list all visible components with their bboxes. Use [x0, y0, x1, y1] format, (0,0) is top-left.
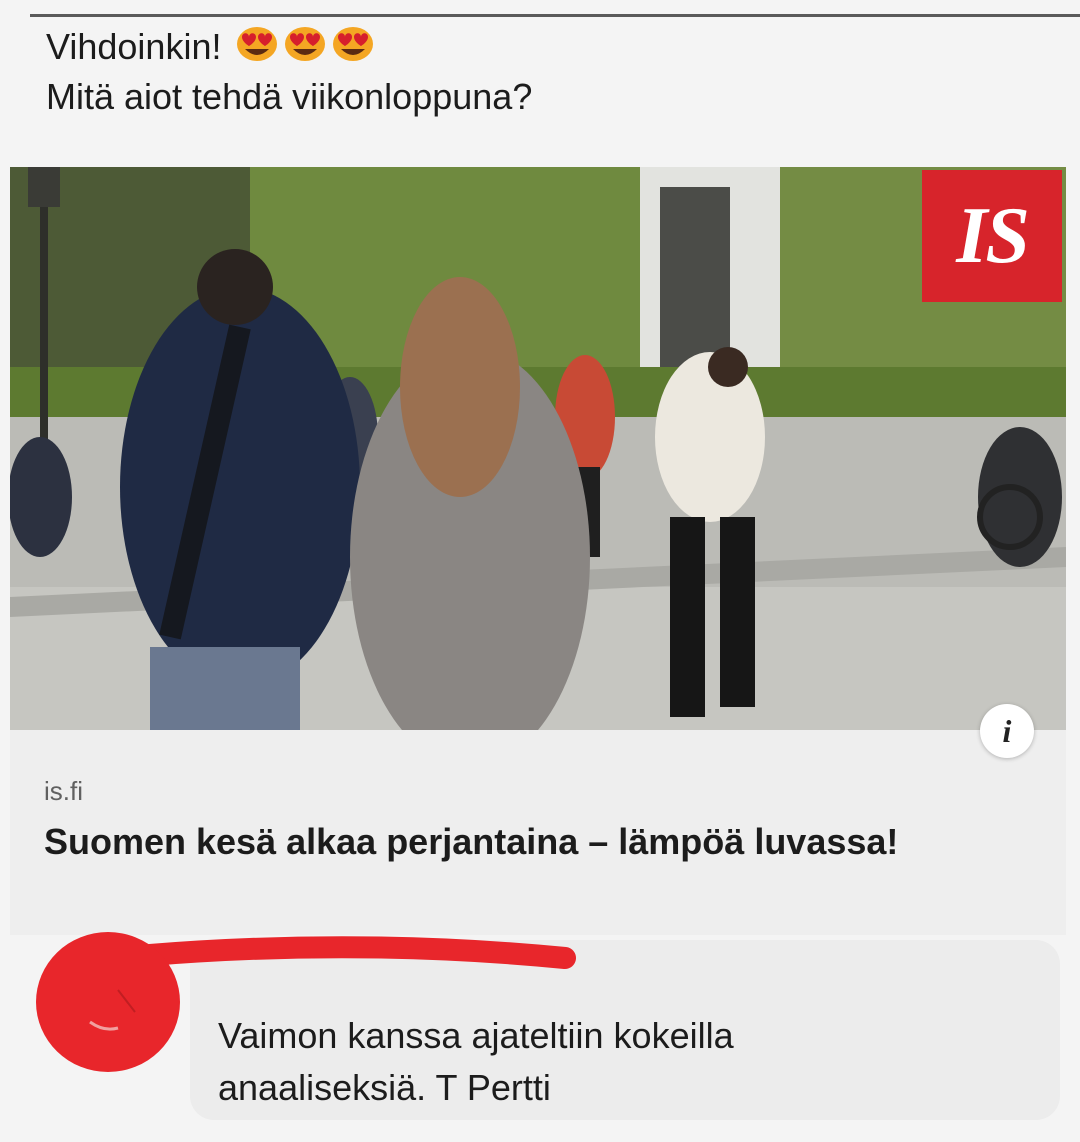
link-title[interactable]: Suomen kesä alkaa perjantaina – lämpöä l… [44, 816, 1004, 868]
comment-text: Vaimon kanssa ajateltiin kokeilla anaali… [218, 1010, 734, 1114]
comment-text-line-1: Vaimon kanssa ajateltiin kokeilla [218, 1015, 734, 1056]
info-icon[interactable]: i [980, 704, 1034, 758]
post-line-1-text: Vihdoinkin! [46, 26, 222, 67]
heart-eyes-emoji-icon [331, 25, 375, 63]
comment-text-line-2: anaaliseksiä. T Pertti [218, 1067, 551, 1108]
heart-eyes-emoji-icon [235, 25, 279, 63]
is-logo: IS [922, 170, 1062, 302]
info-icon-glyph: i [1002, 712, 1012, 749]
heart-eyes-emoji-icon [283, 25, 327, 63]
is-logo-text: IS [956, 191, 1030, 280]
top-divider [30, 14, 1080, 17]
post-text: Vihdoinkin! Mitä aiot tehdä viikonloppun… [46, 22, 532, 122]
post-line-1: Vihdoinkin! [46, 22, 532, 72]
article-photo[interactable] [10, 167, 1066, 730]
post-line-2: Mitä aiot tehdä viikonloppuna? [46, 76, 533, 117]
link-domain: is.fi [44, 776, 83, 806]
